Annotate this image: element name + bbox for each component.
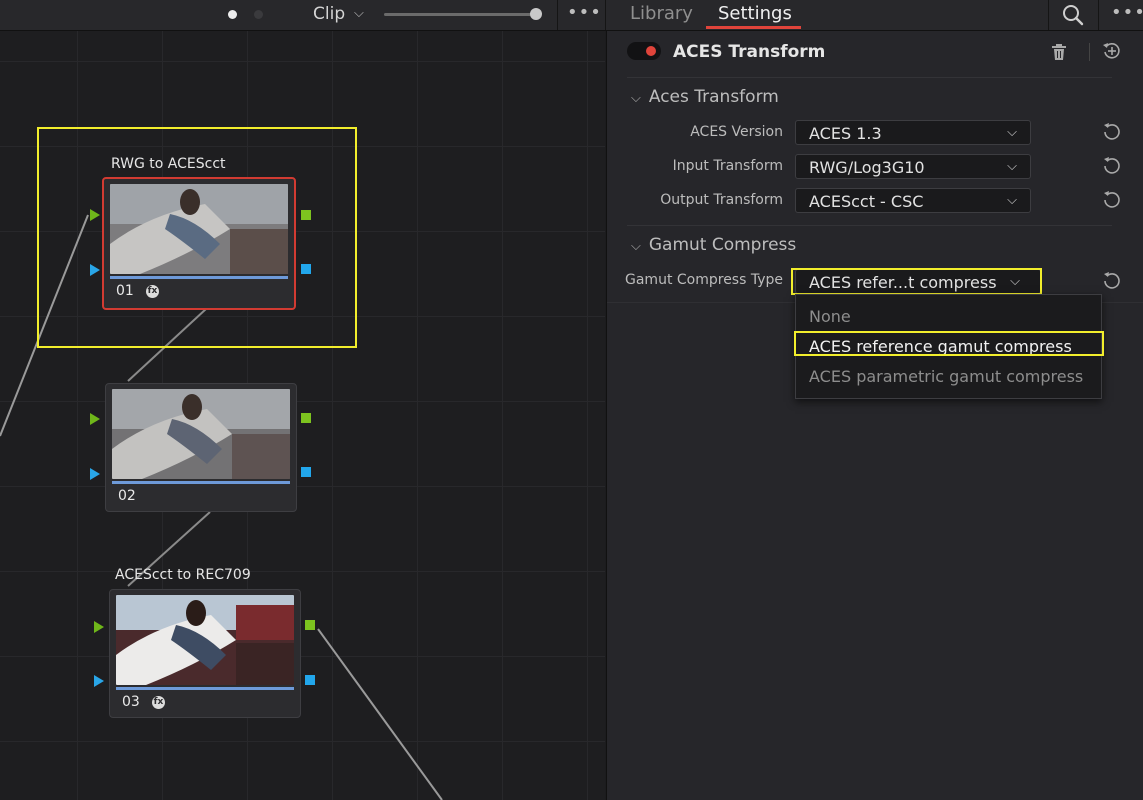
section-divider — [627, 77, 1112, 78]
trash-icon[interactable] — [1051, 43, 1067, 61]
node-input-port-alpha[interactable] — [90, 468, 100, 480]
output-transform-label: Output Transform — [660, 192, 783, 208]
toolbar-divider — [605, 0, 606, 30]
page-dot-inactive[interactable] — [254, 10, 263, 19]
search-icon[interactable] — [1062, 4, 1084, 26]
chevron-down-icon: ⌵ — [631, 239, 641, 254]
node-thumbnail — [112, 389, 290, 479]
connection-wire — [317, 628, 443, 800]
node-input-port-rgb[interactable] — [94, 621, 104, 633]
input-transform-select[interactable]: RWG/Log3G10 ⌵ — [795, 154, 1031, 179]
toolbar-divider — [1098, 0, 1099, 30]
chevron-down-icon[interactable]: ⌵ — [354, 6, 364, 21]
node-progress-bar — [112, 481, 290, 484]
section-title: Gamut Compress — [648, 235, 797, 255]
dropdown-option-parametric[interactable]: ACES parametric gamut compress — [809, 367, 1083, 386]
section-header-gamut-compress[interactable]: ⌵ Gamut Compress — [631, 235, 796, 255]
select-value: ACES 1.3 — [809, 124, 882, 143]
top-toolbar: Clip ⌵ ••• Library Settings ••• — [0, 0, 1143, 31]
reset-icon[interactable] — [1102, 156, 1122, 176]
reset-icon[interactable] — [1102, 122, 1122, 142]
section-divider — [627, 225, 1112, 226]
highlight-box — [794, 331, 1104, 356]
page-dot-active[interactable] — [228, 10, 237, 19]
toolbar-divider — [1048, 0, 1049, 30]
output-transform-select[interactable]: ACEScct - CSC ⌵ — [795, 188, 1031, 213]
active-tab-indicator — [706, 26, 801, 29]
node-output-port-alpha[interactable] — [301, 467, 311, 477]
zoom-slider-handle[interactable] — [530, 8, 542, 20]
chevron-down-icon: ⌵ — [1007, 193, 1017, 208]
reset-icon[interactable] — [1102, 190, 1122, 210]
aces-version-label: ACES Version — [690, 124, 783, 140]
node-03[interactable]: 03 fx — [109, 589, 301, 718]
select-value: RWG/Log3G10 — [809, 158, 925, 177]
gamut-compress-type-label: Gamut Compress Type — [625, 272, 783, 288]
chevron-down-icon: ⌵ — [631, 91, 641, 106]
node-output-port-rgb[interactable] — [305, 620, 315, 630]
chevron-down-icon: ⌵ — [1007, 125, 1017, 140]
node-input-port-rgb[interactable] — [90, 413, 100, 425]
node-progress-bar — [116, 687, 294, 690]
node-02[interactable]: 02 — [105, 383, 297, 512]
node-graph[interactable]: RWG to ACEScct 01 fx 02 ACEScct to REC70… — [0, 31, 605, 800]
dropdown-option-none[interactable]: None — [809, 307, 851, 326]
highlight-box — [791, 268, 1042, 295]
toolbar-divider — [557, 0, 558, 30]
node-number: 03 — [122, 694, 140, 710]
chevron-down-icon: ⌵ — [1007, 159, 1017, 174]
input-transform-label: Input Transform — [672, 158, 783, 174]
settings-panel: ACES Transform ⌵ Aces Transform ACES Vers… — [606, 31, 1143, 800]
tab-library[interactable]: Library — [630, 3, 693, 24]
fx-icon: fx — [152, 696, 165, 709]
reset-icon[interactable] — [1102, 271, 1122, 291]
zoom-slider-track[interactable] — [384, 13, 536, 16]
node-output-port-alpha[interactable] — [305, 675, 315, 685]
header-divider — [1089, 43, 1090, 61]
node-input-port-alpha[interactable] — [94, 675, 104, 687]
highlight-box — [37, 127, 357, 348]
node-thumbnail — [116, 595, 294, 685]
node-output-port-rgb[interactable] — [301, 413, 311, 423]
node-label: ACEScct to REC709 — [115, 567, 251, 583]
aces-version-select[interactable]: ACES 1.3 ⌵ — [795, 120, 1031, 145]
section-title: Aces Transform — [648, 87, 779, 107]
clip-mode-label[interactable]: Clip — [313, 4, 345, 24]
effect-enable-toggle[interactable] — [627, 42, 661, 60]
panel-more-icon[interactable]: ••• — [1111, 2, 1143, 23]
node-number: 02 — [118, 488, 136, 504]
section-header-aces-transform[interactable]: ⌵ Aces Transform — [631, 87, 779, 107]
gamut-compress-dropdown: None ACES reference gamut compress ACES … — [794, 294, 1104, 399]
select-value: ACEScct - CSC — [809, 192, 924, 211]
effect-title: ACES Transform — [673, 42, 826, 62]
graph-more-icon[interactable]: ••• — [567, 2, 602, 23]
tab-settings[interactable]: Settings — [718, 3, 792, 24]
history-reset-icon[interactable] — [1102, 41, 1122, 61]
